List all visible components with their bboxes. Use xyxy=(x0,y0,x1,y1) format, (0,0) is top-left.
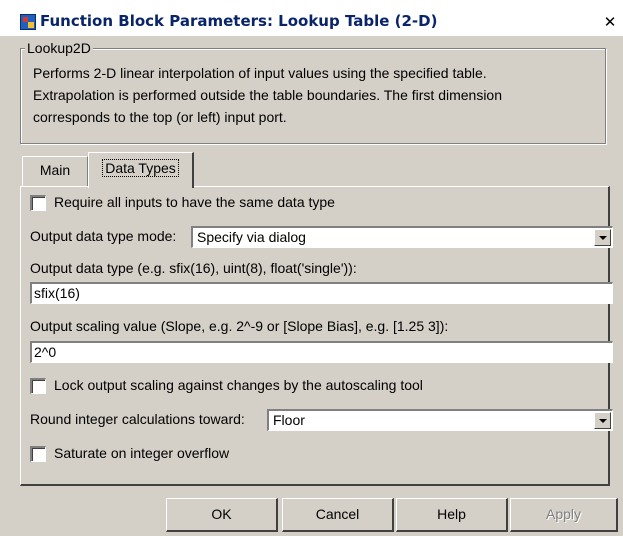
round-toward-label: Round integer calculations toward: xyxy=(30,411,245,427)
description-group: Lookup2D Performs 2-D linear interpolati… xyxy=(20,40,606,144)
apply-button[interactable]: Apply xyxy=(510,498,618,532)
saturate-checkbox[interactable] xyxy=(30,446,46,462)
tab-data-types-label: Data Types xyxy=(102,159,179,177)
cancel-button[interactable]: Cancel xyxy=(282,498,394,532)
lock-scaling-label: Lock output scaling against changes by t… xyxy=(54,377,423,393)
lock-scaling-checkbox[interactable] xyxy=(30,378,46,394)
require-same-type-label: Require all inputs to have the same data… xyxy=(54,194,335,210)
output-type-field[interactable]: sfix(16) xyxy=(30,282,613,304)
require-same-type-checkbox[interactable] xyxy=(30,195,46,211)
output-mode-select[interactable]: Specify via dialog xyxy=(191,226,613,248)
chevron-down-icon[interactable] xyxy=(594,412,611,429)
description-line-1: Performs 2-D linear interpolation of inp… xyxy=(33,65,487,81)
help-button[interactable]: Help xyxy=(396,498,508,532)
output-scaling-value: 2^0 xyxy=(34,344,57,360)
title-bar: Function Block Parameters: Lookup Table … xyxy=(0,0,623,36)
output-mode-label: Output data type mode: xyxy=(30,228,177,244)
output-scaling-label: Output scaling value (Slope, e.g. 2^-9 o… xyxy=(30,318,449,334)
round-toward-select[interactable]: Floor xyxy=(267,409,613,431)
chevron-down-icon[interactable] xyxy=(594,229,611,246)
tab-main[interactable]: Main xyxy=(22,156,88,186)
output-type-label: Output data type (e.g. sfix(16), uint(8)… xyxy=(30,260,357,276)
output-mode-value: Specify via dialog xyxy=(197,229,306,245)
output-scaling-field[interactable]: 2^0 xyxy=(30,341,613,363)
window-title: Function Block Parameters: Lookup Table … xyxy=(40,12,438,30)
saturate-label: Saturate on integer overflow xyxy=(54,445,230,461)
simulink-block-icon xyxy=(20,14,36,30)
tab-main-label: Main xyxy=(39,162,71,178)
ok-button[interactable]: OK xyxy=(166,498,278,532)
close-icon: ✕ xyxy=(603,13,617,31)
description-line-3: corresponds to the top (or left) input p… xyxy=(33,109,287,125)
close-button[interactable]: ✕ xyxy=(601,13,619,31)
tab-data-types[interactable]: Data Types xyxy=(88,152,194,188)
description-line-2: Extrapolation is performed outside the t… xyxy=(33,87,503,103)
round-toward-value: Floor xyxy=(273,412,305,428)
output-type-value: sfix(16) xyxy=(34,285,80,301)
group-legend: Lookup2D xyxy=(25,40,93,56)
